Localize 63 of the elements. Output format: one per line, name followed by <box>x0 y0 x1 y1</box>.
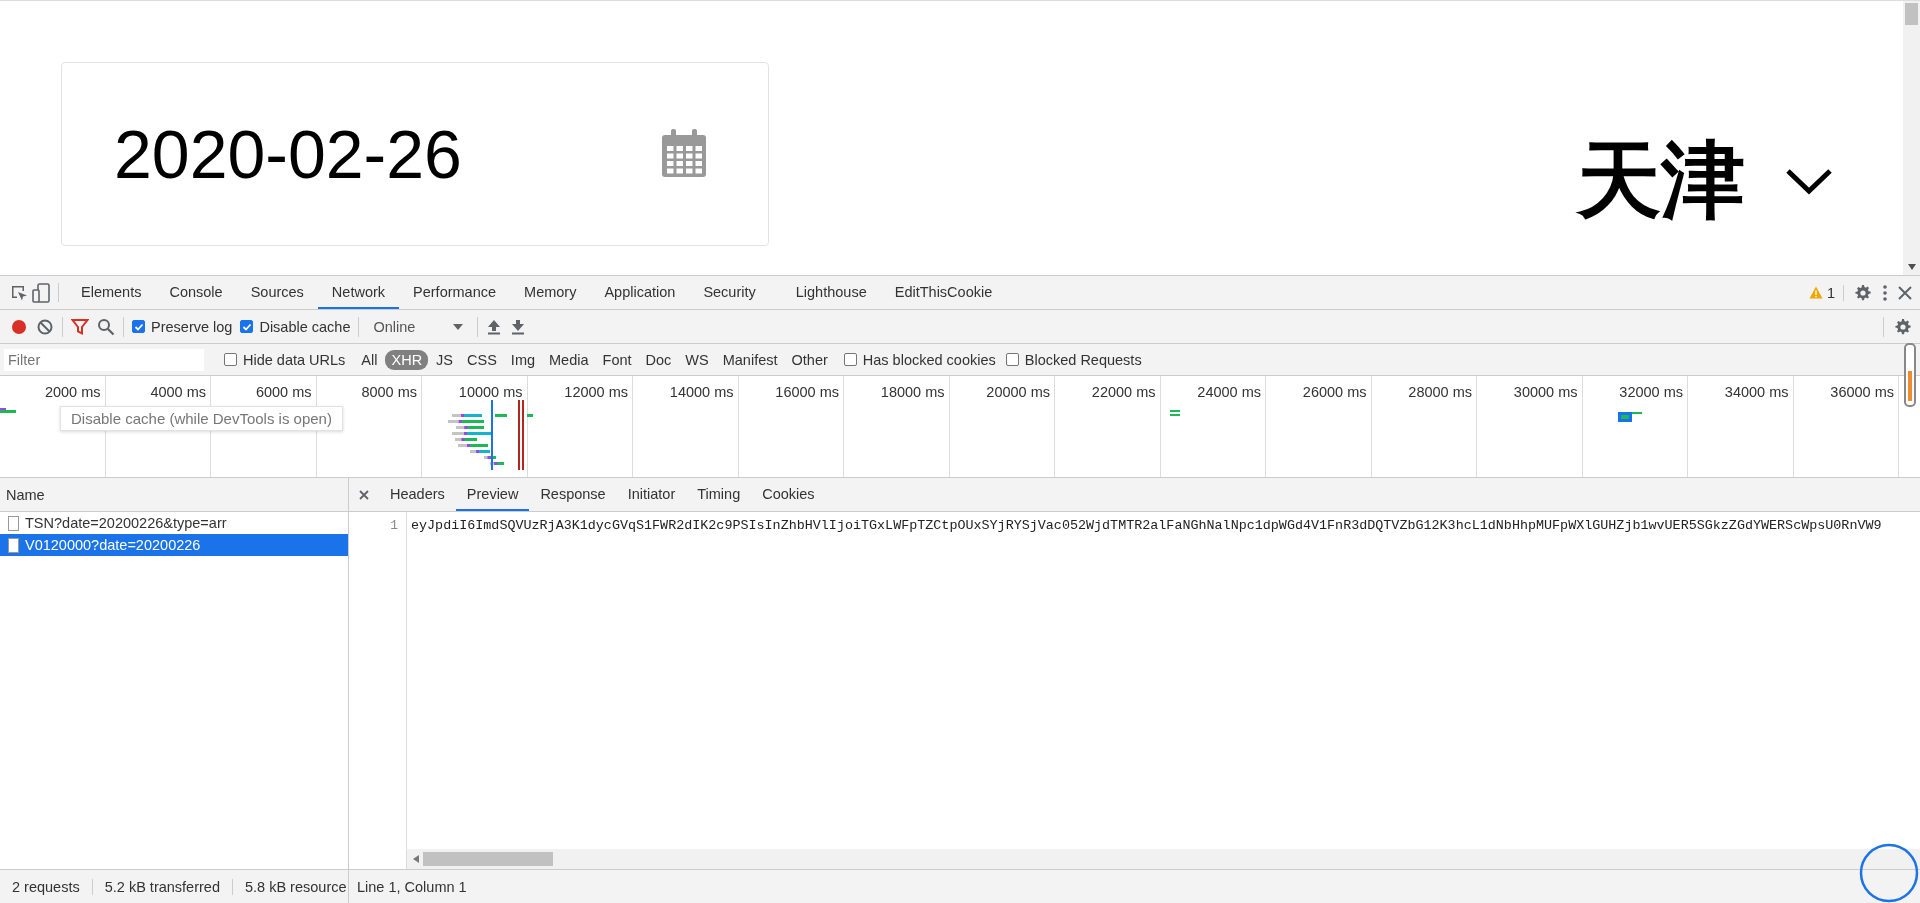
filter-field[interactable]: Filter <box>4 348 204 371</box>
timeline-tick-label: 18000 ms <box>880 384 945 400</box>
type-filter[interactable]: Font <box>596 349 638 370</box>
timeline-tick-label: 34000 ms <box>1724 384 1789 400</box>
type-filter[interactable]: Doc <box>639 349 678 370</box>
type-filter[interactable]: Manifest <box>716 349 784 370</box>
timeline-tick-label: 30000 ms <box>1513 384 1578 400</box>
disable-cache-label: Disable cache <box>259 318 351 335</box>
timeline-tick-label: 32000 ms <box>1619 384 1683 400</box>
timeline-tick-label: 10000 ms <box>458 384 523 400</box>
detail-tab[interactable]: Cookies <box>751 478 826 511</box>
response-text: eyJpdiI6ImdSQVUzRjA3K1dycGVqS1FWR2dIK2c9PSIsInZhbHVlIjoiTGxLWFpTZCtpOUxSYjRYSjVac052WjdTMTR2alFaNGhNalNpc1dpWGd4V1FnR3dDQTVZbG12K3hcL1dNbHhpMUFpWXlGUHZjb1wvUER5SGkzZGdYWERScWpsU0RnVW9 <box>410 517 1883 533</box>
status-text: 2 requests <box>0 879 93 895</box>
timeline-tick-label: 16000 ms <box>775 384 839 400</box>
status-text: 5.2 kB transferred <box>92 879 233 895</box>
throttling-dropdown[interactable]: Online <box>367 318 470 335</box>
timeline-tick-label: 28000 ms <box>1408 384 1472 400</box>
preserve-log-label: Preserve log <box>151 318 233 335</box>
type-filter[interactable]: Img <box>504 349 542 370</box>
hide-data-urls-label: Hide data URLs <box>243 351 346 368</box>
request-row[interactable]: TSN?date=20200226&type=arr <box>0 512 348 534</box>
timeline-tick-label: 14000 ms <box>669 384 734 400</box>
blocked-requests-label: Blocked Requests <box>1024 351 1142 368</box>
city-select[interactable]: 天津 <box>1577 124 1833 238</box>
devtools-tab[interactable]: EditThisCookie <box>880 276 1007 309</box>
type-filter[interactable]: XHR <box>385 349 429 370</box>
request-row[interactable]: V0120000?date=20200226 <box>0 534 348 556</box>
detail-tab[interactable]: Timing <box>686 478 752 511</box>
warning-count: 1 <box>1826 284 1835 301</box>
timeline-tick-label: 22000 ms <box>1091 384 1156 400</box>
detail-tab[interactable]: Response <box>529 478 617 511</box>
timeline-tick-label: 4000 ms <box>150 384 206 400</box>
detail-tab[interactable]: Preview <box>455 478 530 511</box>
devtools-tab[interactable]: Elements <box>67 276 156 309</box>
timeline-tick-label: 36000 ms <box>1830 384 1894 400</box>
type-filter[interactable]: CSS <box>461 349 503 370</box>
detail-tab[interactable]: Headers <box>379 478 456 511</box>
column-header[interactable]: Name <box>0 478 348 512</box>
devtools-tab[interactable]: Console <box>155 276 237 309</box>
cursor-position: Line 1, Column 1 <box>349 869 1920 903</box>
status-text: 5.8 kB resource <box>243 879 347 895</box>
devtools-tab[interactable]: Application <box>590 276 690 309</box>
type-filter[interactable]: All <box>355 349 384 370</box>
devtools-tab[interactable]: Memory <box>510 276 591 309</box>
tooltip: Disable cache (while DevTools is open) <box>60 406 343 431</box>
devtools-tab[interactable]: Performance <box>399 276 511 309</box>
timeline-tick-label: 6000 ms <box>255 384 312 400</box>
timeline-tick-label: 24000 ms <box>1197 384 1261 400</box>
devtools-tab[interactable]: Lighthouse <box>781 276 881 309</box>
devtools-tab[interactable]: Security <box>689 276 770 309</box>
timeline-tick-label: 12000 ms <box>564 384 628 400</box>
has-blocked-cookies-label: Has blocked cookies <box>862 351 996 368</box>
timeline-tick-label: 2000 ms <box>44 384 101 400</box>
type-filter[interactable]: WS <box>679 349 715 370</box>
timeline-tick-label: 20000 ms <box>986 384 1050 400</box>
devtools-tab[interactable]: Sources <box>236 276 318 309</box>
type-filter[interactable]: Media <box>543 349 595 370</box>
detail-tab[interactable]: Initiator <box>616 478 687 511</box>
type-filter[interactable]: Other <box>785 349 834 370</box>
timeline-tick-label: 8000 ms <box>361 384 417 400</box>
type-filter[interactable]: JS <box>430 349 460 370</box>
date-field[interactable]: 2020-02-26 <box>61 62 769 246</box>
timeline-tick-label: 26000 ms <box>1302 384 1367 400</box>
